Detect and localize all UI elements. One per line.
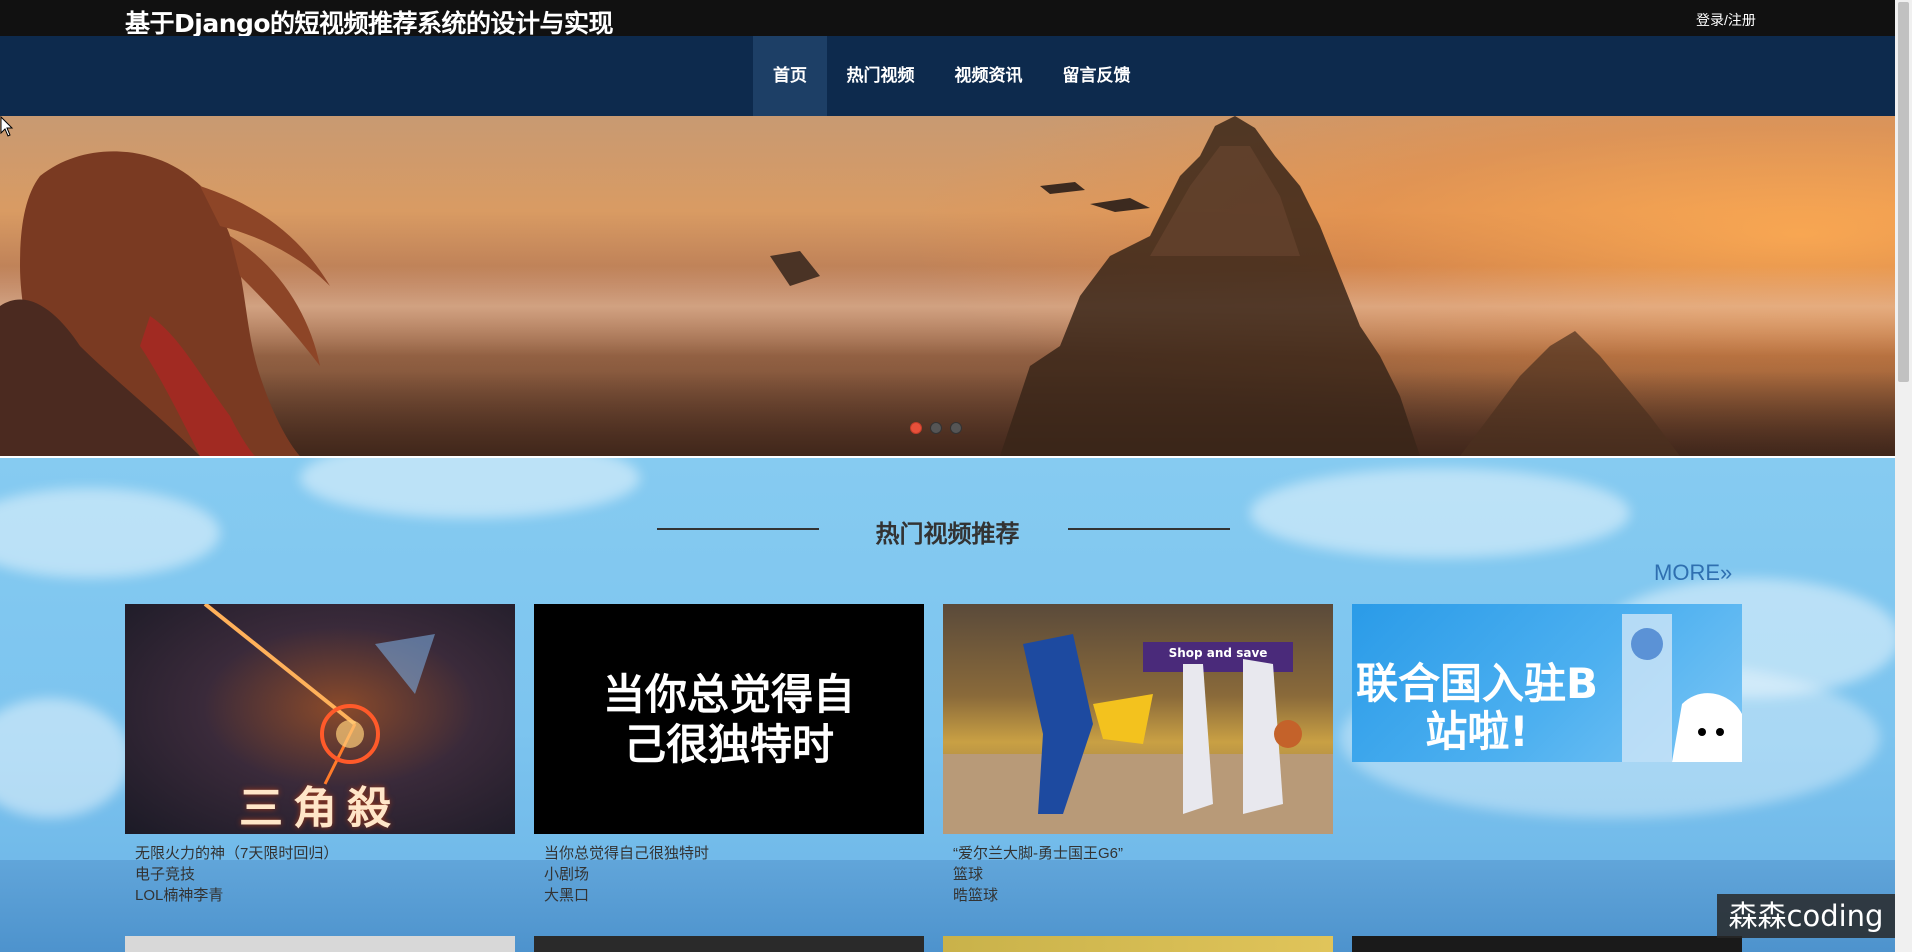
video-author: LOL楠神李青 — [135, 887, 224, 904]
carousel-dots — [910, 422, 962, 434]
nav-item-home[interactable]: 首页 — [753, 36, 827, 116]
video-card[interactable]: 联合国入驻B站啦! — [1352, 604, 1742, 771]
video-author: 晧篮球 — [953, 887, 999, 904]
login-register-link[interactable]: 登录/注册 — [1696, 10, 1756, 30]
video-card[interactable]: Shop and save “爱尔兰大脚-勇士国王G6” 篮球 晧篮球 — [943, 604, 1333, 906]
more-link[interactable]: MORE» — [1654, 560, 1732, 586]
carousel-dot[interactable] — [930, 422, 942, 434]
video-thumbnail[interactable]: Shop and save — [943, 604, 1333, 834]
video-card[interactable]: 当你总觉得自己很独特时 当你总觉得自己很独特时 小剧场 大黑口 — [534, 604, 924, 906]
video-thumbnail[interactable] — [943, 936, 1333, 952]
thumbnail-caption: 联合国入驻B站啦! — [1355, 659, 1598, 756]
video-category: 电子竞技 — [135, 866, 196, 883]
mouse-cursor-icon — [0, 116, 14, 137]
video-thumbnail[interactable] — [534, 936, 924, 952]
video-thumbnail[interactable]: 三角殺 — [125, 604, 515, 834]
site-title: 基于Django的短视频推荐系统的设计与实现 — [125, 9, 614, 38]
ridge — [1460, 331, 1680, 456]
video-title[interactable]: “爱尔兰大脚-勇士国王G6” — [953, 843, 1323, 864]
video-thumbnail[interactable]: 联合国入驻B站啦! — [1352, 604, 1742, 762]
flying-ship — [1040, 182, 1085, 194]
section-title: 热门视频推荐 — [875, 520, 1020, 548]
page: 基于Django的短视频推荐系统的设计与实现 登录/注册 首页 热门视频 视频资… — [0, 0, 1895, 952]
hero-banner[interactable] — [0, 116, 1895, 456]
watermark: 森森coding — [1717, 894, 1895, 938]
thumbnail-caption: 当你总觉得自己很独特时 — [602, 670, 855, 769]
video-author: 大黑口 — [544, 887, 590, 904]
nav-item-video-news[interactable]: 视频资讯 — [941, 36, 1036, 116]
flying-ship — [770, 251, 820, 286]
video-thumbnail[interactable]: 当你总觉得自己很独特时 — [534, 604, 924, 834]
video-thumbnail[interactable] — [125, 936, 515, 952]
scrollbar-thumb[interactable] — [1898, 2, 1909, 382]
flying-ship — [1090, 198, 1150, 212]
video-title[interactable]: 无限火力的神（7天限时回归） — [135, 843, 505, 864]
nav-item-hot-videos[interactable]: 热门视频 — [833, 36, 928, 116]
nav-item-feedback[interactable]: 留言反馈 — [1049, 36, 1144, 116]
video-card[interactable]: 三角殺 无限火力的神（7天限时回归） 电子竞技 LOL楠神李青 — [125, 604, 515, 906]
carousel-dot[interactable] — [950, 422, 962, 434]
hot-videos-section: 热门视频推荐 MORE» 三角殺 无限火力的神（7天限时回归） 电子竞技 LOL… — [0, 458, 1895, 952]
banner-artwork — [0, 116, 1680, 456]
video-title[interactable]: 当你总觉得自己很独特时 — [544, 843, 914, 864]
video-thumbnail[interactable] — [1352, 936, 1742, 952]
thumbnail-caption: 三角殺 — [239, 783, 401, 834]
top-bar: 基于Django的短视频推荐系统的设计与实现 登录/注册 — [0, 0, 1895, 38]
vertical-scrollbar[interactable] — [1895, 0, 1912, 952]
video-category: 篮球 — [953, 866, 984, 883]
main-nav: 首页 热门视频 视频资讯 留言反馈 — [0, 36, 1895, 116]
video-category: 小剧场 — [544, 866, 590, 883]
carousel-dot[interactable] — [910, 422, 922, 434]
thumbnail-caption: Shop and save — [1168, 646, 1268, 660]
